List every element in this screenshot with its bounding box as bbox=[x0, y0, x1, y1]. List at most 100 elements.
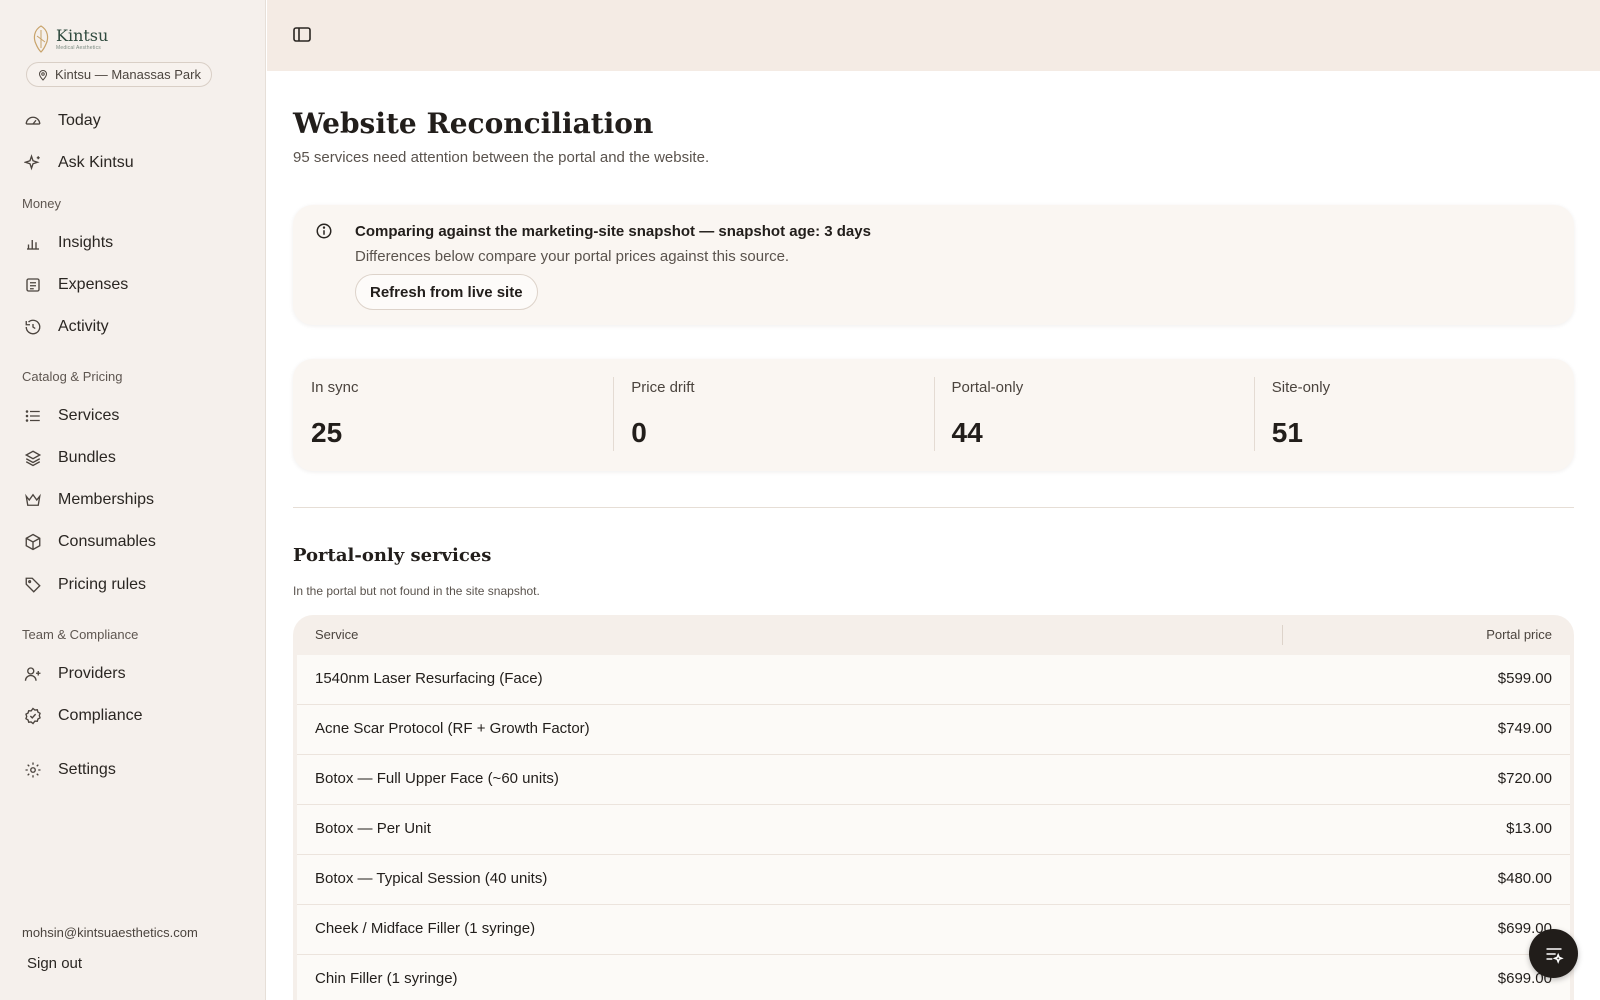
stat-portal-only[interactable]: Portal-only 44 bbox=[933, 359, 1254, 471]
portal-price: $599.00 bbox=[1497, 670, 1552, 687]
service-name: Botox — Full Upper Face (~60 units) bbox=[315, 770, 559, 787]
page-title: Website Reconciliation bbox=[293, 107, 654, 140]
bar-chart-icon bbox=[27, 240, 39, 250]
nav-group-team: Team & Compliance bbox=[22, 627, 139, 642]
layers-icon bbox=[24, 450, 42, 467]
stat-label: Portal-only bbox=[951, 379, 1024, 396]
info-icon bbox=[316, 223, 332, 239]
sidebar-toggle-icon[interactable] bbox=[292, 26, 312, 44]
stat-value: 25 bbox=[311, 417, 343, 448]
user-plus-icon bbox=[24, 667, 41, 681]
nav-insights[interactable]: Insights bbox=[24, 226, 244, 260]
notice-title: Comparing against the marketing-site sna… bbox=[355, 223, 871, 240]
nav-bundles[interactable]: Bundles bbox=[24, 441, 244, 475]
nav-today[interactable]: Today bbox=[24, 104, 244, 138]
stat-in-sync[interactable]: In sync 25 bbox=[293, 359, 613, 471]
service-name: Acne Scar Protocol (RF + Growth Factor) bbox=[315, 720, 590, 737]
nav-compliance-label: Compliance bbox=[58, 707, 143, 724]
filter-sparkle-icon bbox=[1546, 947, 1564, 964]
snapshot-notice: Comparing against the marketing-site sna… bbox=[293, 205, 1574, 325]
topbar bbox=[267, 0, 1600, 71]
nav-services-label: Services bbox=[58, 407, 120, 424]
gear-icon bbox=[25, 762, 41, 778]
nav-settings[interactable]: Settings bbox=[24, 753, 244, 787]
stat-price-drift[interactable]: Price drift 0 bbox=[613, 359, 933, 471]
nav-bundles-label: Bundles bbox=[58, 449, 116, 466]
stat-value: 51 bbox=[1271, 417, 1303, 448]
history-icon bbox=[25, 319, 41, 335]
stat-label: Site-only bbox=[1271, 379, 1331, 396]
table-row[interactable]: 1540nm Laser Resurfacing (Face) $599.00 bbox=[297, 655, 1570, 705]
table-row[interactable]: Botox — Full Upper Face (~60 units) $720… bbox=[297, 755, 1570, 805]
location-label: Kintsu — Manassas Park bbox=[55, 67, 201, 82]
assistant-fab-button[interactable] bbox=[1529, 929, 1578, 978]
gauge-icon bbox=[25, 116, 41, 125]
section-divider bbox=[293, 507, 1574, 508]
service-name: Botox — Per Unit bbox=[315, 820, 431, 837]
stat-value: 0 bbox=[631, 417, 647, 448]
brand-logo[interactable]: Kintsu Medical Aesthetics bbox=[30, 24, 108, 54]
section-title: Portal-only services bbox=[293, 545, 492, 566]
nav-memberships-label: Memberships bbox=[58, 491, 155, 508]
location-selector[interactable]: Kintsu — Manassas Park bbox=[26, 62, 212, 87]
receipt-icon bbox=[26, 278, 40, 292]
sign-out-button[interactable]: Sign out bbox=[27, 955, 82, 972]
nav-services[interactable]: Services bbox=[24, 399, 244, 433]
table-row[interactable]: Cheek / Midface Filler (1 syringe) $699.… bbox=[297, 905, 1570, 955]
crown-icon bbox=[25, 493, 41, 506]
nav-providers[interactable]: Providers bbox=[24, 657, 244, 691]
portal-price: $720.00 bbox=[1497, 770, 1552, 787]
portal-only-table: Service Portal price 1540nm Laser Resurf… bbox=[293, 615, 1574, 1000]
column-header-service[interactable]: Service bbox=[315, 627, 358, 642]
nav-insights-label: Insights bbox=[58, 234, 114, 251]
stat-site-only[interactable]: Site-only 51 bbox=[1253, 359, 1574, 471]
nav-consumables-label: Consumables bbox=[58, 533, 156, 550]
nav-expenses-label: Expenses bbox=[58, 276, 129, 293]
map-pin-icon bbox=[38, 69, 48, 81]
brand-name: Kintsu bbox=[56, 25, 109, 45]
table-row[interactable]: Chin Filler (1 syringe) $699.00 bbox=[297, 955, 1570, 1000]
sparkle-icon bbox=[24, 154, 40, 171]
nav-ask-kintsu[interactable]: Ask Kintsu bbox=[24, 146, 244, 180]
nav-memberships[interactable]: Memberships bbox=[24, 483, 244, 517]
portal-price: $749.00 bbox=[1497, 720, 1552, 737]
logo-mark-icon bbox=[33, 25, 49, 53]
notice-description: Differences below compare your portal pr… bbox=[355, 248, 790, 265]
brand-tagline: Medical Aesthetics bbox=[56, 44, 102, 51]
nav-group-money: Money bbox=[22, 196, 62, 211]
service-name: Chin Filler (1 syringe) bbox=[315, 970, 458, 987]
table-row[interactable]: Botox — Per Unit $13.00 bbox=[297, 805, 1570, 855]
column-divider bbox=[1282, 625, 1283, 645]
nav-expenses[interactable]: Expenses bbox=[24, 268, 244, 302]
sidebar: Kintsu Medical Aesthetics Kintsu — Manas… bbox=[0, 0, 266, 1000]
section-subtitle: In the portal but not found in the site … bbox=[293, 584, 540, 598]
list-icon bbox=[25, 410, 40, 422]
nav-activity[interactable]: Activity bbox=[24, 310, 244, 344]
nav-today-label: Today bbox=[58, 112, 101, 129]
reconciliation-stats: In sync 25 Price drift 0 Portal-only 44 … bbox=[293, 359, 1574, 471]
nav-group-catalog: Catalog & Pricing bbox=[22, 369, 123, 384]
service-name: 1540nm Laser Resurfacing (Face) bbox=[315, 670, 543, 687]
badge-check-icon bbox=[25, 707, 41, 725]
nav-pricing-rules-label: Pricing rules bbox=[58, 576, 147, 593]
stat-label: Price drift bbox=[631, 379, 695, 396]
nav-providers-label: Providers bbox=[58, 665, 126, 682]
nav-consumables[interactable]: Consumables bbox=[24, 525, 244, 559]
service-name: Botox — Typical Session (40 units) bbox=[315, 870, 548, 887]
column-header-portal-price[interactable]: Portal price bbox=[1486, 627, 1552, 642]
page-subtitle: 95 services need attention between the p… bbox=[293, 149, 710, 166]
service-name: Cheek / Midface Filler (1 syringe) bbox=[315, 920, 536, 937]
stat-value: 44 bbox=[951, 417, 983, 448]
table-row[interactable]: Botox — Typical Session (40 units) $480.… bbox=[297, 855, 1570, 905]
box-icon bbox=[25, 533, 41, 551]
nav-ask-kintsu-label: Ask Kintsu bbox=[58, 154, 134, 171]
portal-price: $480.00 bbox=[1497, 870, 1552, 887]
table-header: Service Portal price bbox=[293, 615, 1574, 655]
nav-settings-label: Settings bbox=[58, 761, 116, 778]
nav-pricing-rules[interactable]: Pricing rules bbox=[24, 568, 244, 602]
refresh-from-live-site-button[interactable]: Refresh from live site bbox=[355, 274, 538, 310]
nav-compliance[interactable]: Compliance bbox=[24, 699, 244, 733]
table-row[interactable]: Acne Scar Protocol (RF + Growth Factor) … bbox=[297, 705, 1570, 755]
user-email: mohsin@kintsuaesthetics.com bbox=[22, 925, 198, 940]
table-body: 1540nm Laser Resurfacing (Face) $599.00 … bbox=[297, 655, 1570, 1000]
